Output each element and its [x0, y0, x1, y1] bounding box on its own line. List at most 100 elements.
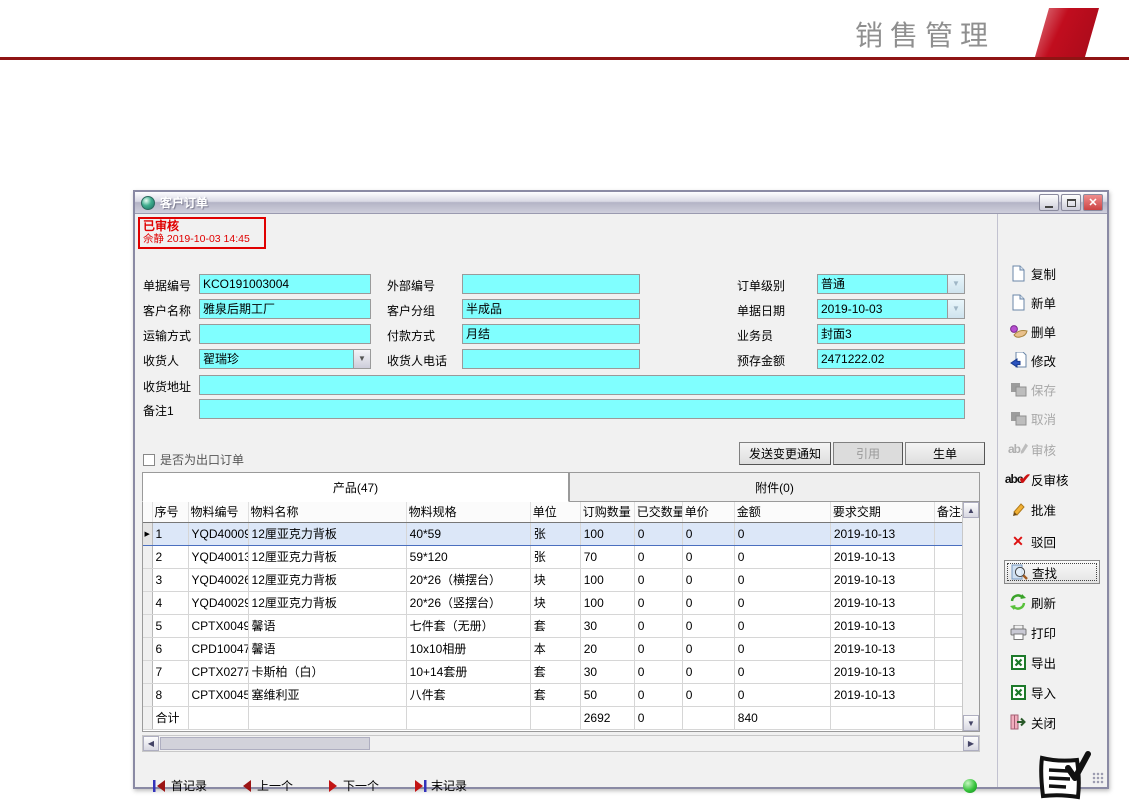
- table-cell[interactable]: 0: [634, 660, 682, 683]
- table-cell[interactable]: 8: [152, 683, 188, 706]
- last-record-button[interactable]: 末记录: [413, 777, 467, 794]
- resize-grip[interactable]: [1092, 772, 1104, 784]
- table-cell[interactable]: 七件套（无册）: [406, 614, 530, 637]
- column-header[interactable]: 要求交期: [830, 502, 934, 522]
- table-cell[interactable]: CPTX0049: [188, 614, 248, 637]
- table-cell[interactable]: [934, 614, 962, 637]
- external-no-field[interactable]: [462, 274, 640, 294]
- chevron-down-icon[interactable]: ▼: [353, 350, 370, 368]
- table-cell[interactable]: 0: [734, 591, 830, 614]
- table-cell[interactable]: 100: [580, 568, 634, 591]
- table-cell[interactable]: 0: [634, 591, 682, 614]
- table-cell[interactable]: 套: [530, 660, 580, 683]
- table-cell[interactable]: [934, 545, 962, 568]
- window-titlebar[interactable]: 客户订单 ✕: [135, 192, 1107, 214]
- consignee-select[interactable]: 翟瑞珍▼: [199, 349, 371, 369]
- table-cell[interactable]: CPD10047: [188, 637, 248, 660]
- sidebar-button-cancel[interactable]: 取消: [1008, 406, 1104, 430]
- send-change-notice-button[interactable]: 发送变更通知: [739, 442, 831, 465]
- scroll-down-icon[interactable]: ▼: [963, 715, 979, 731]
- column-header[interactable]: 已交数量: [634, 502, 682, 522]
- table-cell[interactable]: 20*26（竖摆台）: [406, 591, 530, 614]
- table-cell[interactable]: [934, 522, 962, 545]
- column-header[interactable]: 金额: [734, 502, 830, 522]
- sidebar-button-refresh[interactable]: 刷新: [1008, 590, 1104, 614]
- table-cell[interactable]: 张: [530, 522, 580, 545]
- column-header[interactable]: 订购数量: [580, 502, 634, 522]
- table-row[interactable]: ▶1YQD4000912厘亚克力背板40*59张1000002019-10-13: [143, 522, 963, 545]
- table-cell[interactable]: 0: [682, 614, 734, 637]
- column-header[interactable]: 物料规格: [406, 502, 530, 522]
- first-record-button[interactable]: 首记录: [153, 777, 207, 794]
- table-cell[interactable]: 20: [580, 637, 634, 660]
- table-cell[interactable]: 40*59: [406, 522, 530, 545]
- table-cell[interactable]: 2019-10-13: [830, 660, 934, 683]
- table-cell[interactable]: 6: [152, 637, 188, 660]
- column-header[interactable]: 物料名称: [248, 502, 406, 522]
- table-cell[interactable]: 0: [734, 614, 830, 637]
- table-cell[interactable]: 2019-10-13: [830, 637, 934, 660]
- scrollbar-thumb[interactable]: [160, 737, 370, 750]
- row-selector-cell[interactable]: [143, 568, 152, 591]
- table-cell[interactable]: 套: [530, 614, 580, 637]
- table-cell[interactable]: 塞维利亚: [248, 683, 406, 706]
- column-header[interactable]: 单位: [530, 502, 580, 522]
- sidebar-button-delete[interactable]: 删单: [1008, 319, 1104, 343]
- scroll-right-icon[interactable]: ▶: [963, 736, 979, 751]
- table-cell[interactable]: CPTX0045: [188, 683, 248, 706]
- table-cell[interactable]: 0: [682, 522, 734, 545]
- doc-date-select[interactable]: 2019-10-03▼: [817, 299, 965, 319]
- quote-button[interactable]: 引用: [833, 442, 903, 465]
- table-cell[interactable]: 套: [530, 683, 580, 706]
- scroll-left-icon[interactable]: ◀: [143, 736, 159, 751]
- row-selector-cell[interactable]: [143, 591, 152, 614]
- sidebar-button-close[interactable]: 关闭: [1008, 710, 1104, 734]
- table-cell[interactable]: 块: [530, 591, 580, 614]
- column-header[interactable]: 物料编号: [188, 502, 248, 522]
- export-order-checkbox[interactable]: [143, 454, 155, 466]
- table-cell[interactable]: 0: [634, 683, 682, 706]
- salesman-field[interactable]: 封面3: [817, 324, 965, 344]
- table-cell[interactable]: 馨语: [248, 614, 406, 637]
- table-cell[interactable]: [934, 568, 962, 591]
- column-header[interactable]: 备注2: [934, 502, 962, 522]
- table-cell[interactable]: 100: [580, 591, 634, 614]
- table-cell[interactable]: 卡斯柏（白）: [248, 660, 406, 683]
- table-cell[interactable]: 2019-10-13: [830, 591, 934, 614]
- column-header[interactable]: 序号: [152, 502, 188, 522]
- generate-order-button[interactable]: 生单: [905, 442, 985, 465]
- tab-attachments[interactable]: 附件(0): [569, 472, 980, 502]
- table-cell[interactable]: 30: [580, 614, 634, 637]
- table-cell[interactable]: 70: [580, 545, 634, 568]
- table-cell[interactable]: 12厘亚克力背板: [248, 522, 406, 545]
- table-cell[interactable]: 0: [682, 660, 734, 683]
- sidebar-button-save[interactable]: 保存: [1008, 377, 1104, 401]
- table-cell[interactable]: 30: [580, 660, 634, 683]
- table-cell[interactable]: 50: [580, 683, 634, 706]
- vertical-scrollbar[interactable]: ▲ ▼: [962, 502, 979, 731]
- transport-field[interactable]: [199, 324, 371, 344]
- table-cell[interactable]: 0: [634, 545, 682, 568]
- table-cell[interactable]: 0: [734, 683, 830, 706]
- sidebar-button-approve[interactable]: 批准: [1008, 497, 1104, 521]
- table-cell[interactable]: 10+14套册: [406, 660, 530, 683]
- customer-name-field[interactable]: 雅泉后期工厂: [199, 299, 371, 319]
- table-cell[interactable]: 100: [580, 522, 634, 545]
- sidebar-button-unaudit[interactable]: abc✔反审核: [1008, 467, 1104, 491]
- table-cell[interactable]: 2: [152, 545, 188, 568]
- sidebar-button-import[interactable]: 导入: [1008, 680, 1104, 704]
- table-cell[interactable]: 0: [682, 568, 734, 591]
- close-button[interactable]: ✕: [1083, 194, 1103, 211]
- table-cell[interactable]: CPTX0277: [188, 660, 248, 683]
- table-cell[interactable]: 0: [734, 545, 830, 568]
- table-cell[interactable]: YQD40026: [188, 568, 248, 591]
- table-cell[interactable]: 块: [530, 568, 580, 591]
- table-cell[interactable]: 八件套: [406, 683, 530, 706]
- table-cell[interactable]: 馨语: [248, 637, 406, 660]
- consignee-phone-field[interactable]: [462, 349, 640, 369]
- table-cell[interactable]: 7: [152, 660, 188, 683]
- column-header[interactable]: 单价: [682, 502, 734, 522]
- minimize-button[interactable]: [1039, 194, 1059, 211]
- doc-no-field[interactable]: KCO191003004: [199, 274, 371, 294]
- table-cell[interactable]: 0: [634, 568, 682, 591]
